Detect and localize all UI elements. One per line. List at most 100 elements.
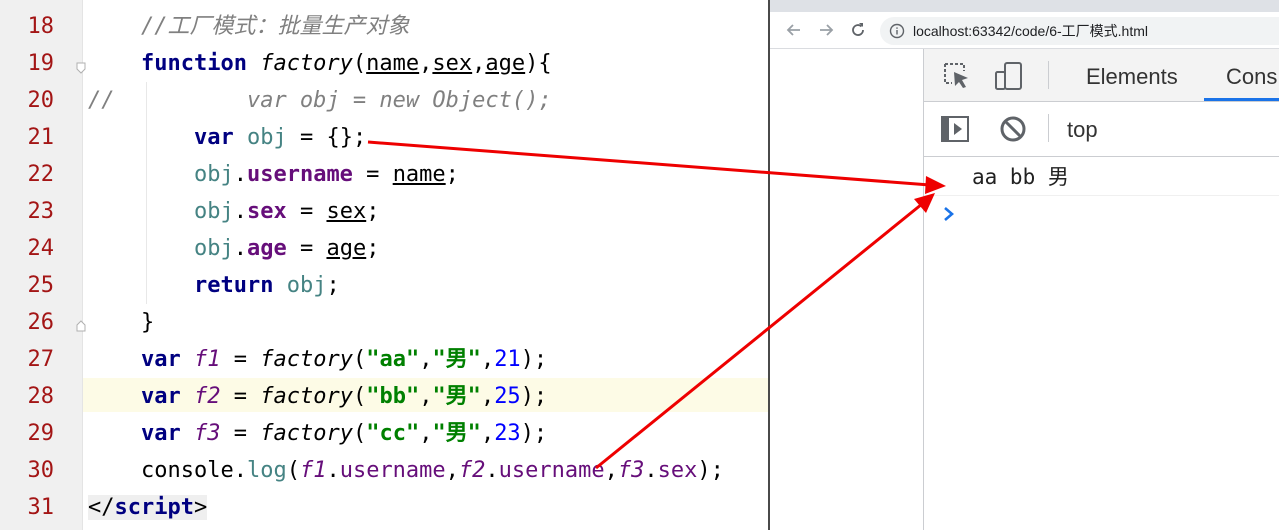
variable: obj [246, 125, 287, 150]
paren: ( [352, 384, 367, 409]
property: sex [657, 458, 698, 483]
code-content[interactable]: //工厂模式：批量生产对象 function factory(name,sex,… [88, 8, 768, 526]
object: console [140, 458, 234, 483]
comma: , [604, 458, 618, 483]
context-selector[interactable]: top [1067, 102, 1098, 158]
paren: ( [352, 51, 367, 76]
function-name: factory [260, 347, 353, 372]
operator: = [286, 236, 327, 261]
property: sex [246, 199, 287, 224]
console-output-text: aa bb 男 [972, 165, 1069, 189]
toolbar-separator [1048, 61, 1049, 89]
arrow-left-icon[interactable] [784, 20, 804, 40]
comma: , [419, 384, 433, 409]
line-number: 24 [27, 236, 55, 261]
comma: , [480, 421, 495, 446]
browser-window: localhost:63342/code/6-工厂模式.html Element… [770, 0, 1279, 530]
semicolon: ; [326, 273, 340, 298]
param: age [485, 51, 526, 76]
line-numbers: 18 19 20 21 22 23 24 25 26 27 28 29 30 3… [0, 8, 60, 526]
function-name: factory [260, 384, 353, 409]
variable: f3 [193, 421, 221, 446]
tag-bracket: </ [88, 495, 115, 520]
paren: ( [286, 458, 300, 483]
console-toolbar: top [924, 102, 1279, 157]
fold-close-icon[interactable] [76, 320, 86, 332]
fold-open-icon[interactable] [76, 62, 86, 74]
property: age [246, 236, 287, 261]
keyword: var [140, 384, 181, 409]
code-line-26: } [88, 304, 768, 341]
address-bar[interactable]: localhost:63342/code/6-工厂模式.html [880, 17, 1279, 45]
closing-tag: </script> [88, 495, 208, 520]
code-line-19: function factory(name,sex,age){ [88, 45, 768, 82]
dot: . [485, 458, 499, 483]
number: 25 [494, 384, 521, 409]
tag-bracket: > [193, 495, 208, 520]
line-number: 25 [27, 273, 55, 298]
param: age [326, 236, 367, 261]
code-line-25: return obj; [88, 267, 768, 304]
browser-toolbar: localhost:63342/code/6-工厂模式.html [770, 12, 1279, 49]
variable: obj [286, 273, 327, 298]
string: "aa" [366, 347, 420, 372]
semicolon: ; [445, 162, 459, 187]
comma: , [472, 51, 486, 76]
code-editor[interactable]: 18 19 20 21 22 23 24 25 26 27 28 29 30 3… [0, 0, 768, 530]
line-number: 22 [27, 162, 55, 187]
method: log [246, 458, 287, 483]
tab-elements[interactable]: Elements [1086, 49, 1178, 101]
variable: obj [193, 162, 234, 187]
line-number: 23 [27, 199, 55, 224]
paren: ); [697, 458, 724, 483]
console-message: aa bb 男 [924, 157, 1279, 196]
property: username [339, 458, 446, 483]
variable: f3 [617, 458, 645, 483]
url-text[interactable]: localhost:63342/code/6-工厂模式.html [913, 17, 1148, 45]
sidebar-toggle-icon[interactable] [940, 114, 970, 144]
number: 23 [494, 421, 521, 446]
clear-console-icon[interactable] [998, 114, 1028, 144]
line-number: 31 [27, 495, 55, 520]
paren: ); [520, 347, 548, 372]
tab-console[interactable]: Cons [1226, 49, 1277, 101]
code-line-29: var f3 = factory("cc","男",23); [88, 415, 768, 452]
comma: , [445, 458, 459, 483]
comma: , [480, 347, 495, 372]
keyword: var [140, 347, 181, 372]
devtools-panel: Elements Cons top aa bb 男 [923, 49, 1279, 530]
line-number: 29 [27, 421, 55, 446]
arrow-right-icon[interactable] [816, 20, 836, 40]
comma: , [419, 347, 433, 372]
function-name: factory [260, 51, 353, 76]
line-number: 21 [27, 125, 55, 150]
keyword: function [140, 51, 247, 76]
paren: ); [520, 384, 548, 409]
property: username [246, 162, 353, 187]
variable: f1 [299, 458, 327, 483]
comment: var obj = new Object(); [246, 88, 552, 113]
line-number: 27 [27, 347, 55, 372]
inspect-element-icon[interactable] [942, 61, 972, 91]
browser-tab-strip [770, 0, 1279, 12]
paren: ( [352, 421, 367, 446]
device-toggle-icon[interactable] [994, 61, 1024, 91]
code-line-30: console.log(f1.username,f2.username,f3.s… [88, 452, 768, 489]
operator: = [220, 384, 261, 409]
toolbar-separator [1048, 114, 1049, 142]
info-icon[interactable] [889, 23, 905, 39]
variable: obj [193, 236, 234, 261]
chevron-right-icon[interactable] [942, 204, 956, 224]
variable: f2 [458, 458, 486, 483]
variable: f2 [193, 384, 221, 409]
code-line-28: var f2 = factory("bb","男",25); [88, 378, 768, 415]
page-viewport [770, 49, 923, 530]
paren: ( [352, 347, 367, 372]
string: "男" [432, 421, 481, 446]
variable: obj [193, 199, 234, 224]
tag-name: script [114, 495, 194, 520]
keyword: return [193, 273, 274, 298]
param: sex [326, 199, 367, 224]
code-line-31: </script> [88, 489, 768, 526]
reload-icon[interactable] [848, 20, 868, 40]
